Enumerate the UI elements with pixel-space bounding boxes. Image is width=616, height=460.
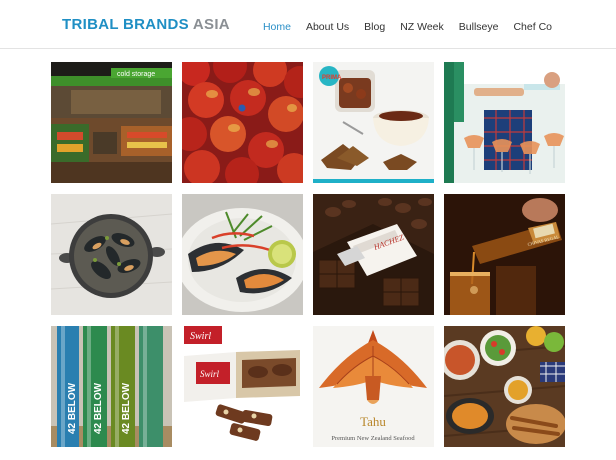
vodka-label-3: 42 BELOW (121, 382, 132, 434)
swirl-image: Swirl Swirl (182, 326, 303, 447)
tile-bartender[interactable] (444, 62, 565, 183)
brand-name-secondary: ASIA (188, 16, 230, 33)
mussels-image (51, 194, 172, 315)
dessert-image: PRIMA (313, 62, 434, 183)
tile-mussels-pot[interactable] (51, 194, 172, 315)
supermarket-sign: cold storage (117, 71, 155, 78)
swirl-box-brand-1: Swirl (190, 331, 211, 342)
tile-food-spread[interactable] (444, 326, 565, 447)
tile-dessert-jar[interactable]: PRIMA (313, 62, 434, 183)
tahu-image: Tahu Premium New Zealand Seafood (313, 326, 434, 447)
nav-bullseye[interactable]: Bullseye (459, 21, 499, 33)
nav-blog[interactable]: Blog (364, 21, 385, 33)
vodka-image: 42 BELOW 42 BELOW 42 BELOW (51, 326, 172, 447)
nav-home[interactable]: Home (263, 21, 291, 33)
tile-chocolate[interactable]: HACHEZ (313, 194, 434, 315)
swirl-box-brand-2: Swirl (200, 369, 220, 379)
tile-whisky[interactable]: CHIVAS REGAL (444, 194, 565, 315)
main-nav: Home About Us Blog NZ Week Bullseye Chef… (263, 21, 552, 33)
mussel-salad-image (182, 194, 303, 315)
tile-tahu-seafood[interactable]: Tahu Premium New Zealand Seafood (313, 326, 434, 447)
vodka-label-1: 42 BELOW (67, 382, 78, 434)
tahu-wordmark: Tahu (360, 414, 386, 429)
bartender-image (444, 62, 565, 183)
site-header: TRIBAL BRANDS ASIA Home About Us Blog NZ… (0, 0, 616, 49)
tile-swirl-chocolates[interactable]: Swirl Swirl (182, 326, 303, 447)
brand-name-primary: TRIBAL BRANDS (62, 16, 189, 33)
jar-badge: PRIMA (322, 75, 342, 81)
tile-supermarket[interactable]: cold storage (51, 62, 172, 183)
food-spread-image (444, 326, 565, 447)
nav-chef-co[interactable]: Chef Co (513, 21, 552, 33)
whisky-image: CHIVAS REGAL (444, 194, 565, 315)
chocolate-image: HACHEZ (313, 194, 434, 315)
tile-apples[interactable] (182, 62, 303, 183)
apples-image (182, 62, 303, 183)
tahu-tagline: Premium New Zealand Seafood (331, 435, 415, 442)
supermarket-image: cold storage (51, 62, 172, 183)
nav-nz-week[interactable]: NZ Week (400, 21, 444, 33)
tile-mussel-salad[interactable] (182, 194, 303, 315)
nav-about-us[interactable]: About Us (306, 21, 349, 33)
brand-logo[interactable]: TRIBAL BRANDS ASIA (62, 16, 230, 33)
portfolio-grid: cold storage PRIMA HACHEZ CHIVAS REGAL 4… (51, 62, 565, 447)
vodka-label-2: 42 BELOW (93, 382, 104, 434)
tile-vodka-bottles[interactable]: 42 BELOW 42 BELOW 42 BELOW (51, 326, 172, 447)
